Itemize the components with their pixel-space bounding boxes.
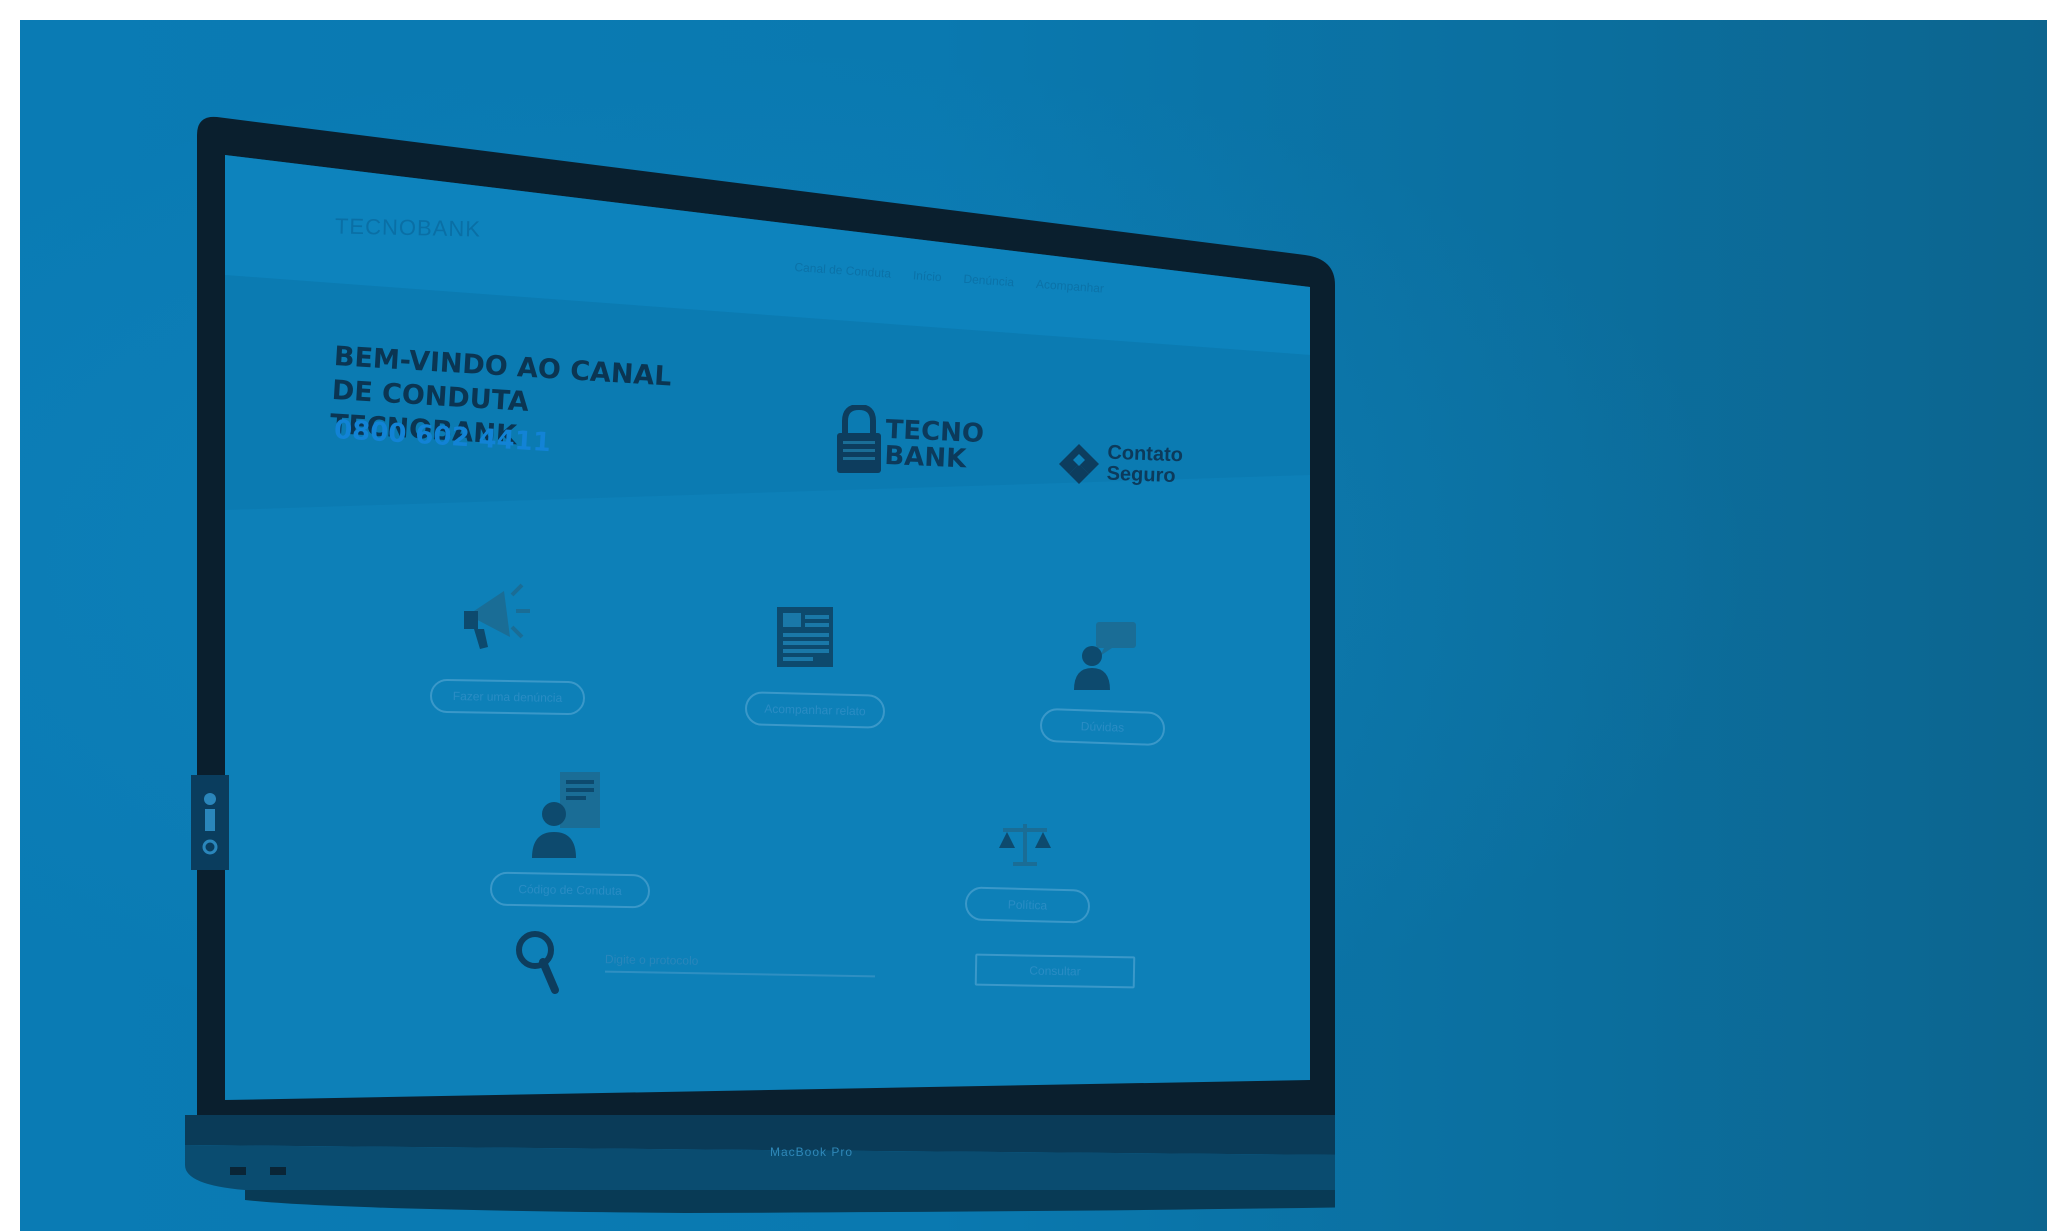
accessibility-icon (202, 793, 218, 855)
report-button[interactable]: Fazer uma denúncia (429, 678, 586, 716)
tecnobank-logo-text: TECNO BANK (883, 414, 985, 475)
padlock-icon (837, 403, 881, 473)
search-icon (516, 931, 559, 994)
hero-banner: TECNOBANK Canal de Conduta Início Denúnc… (20, 20, 2047, 1231)
device-brand-label: MacBook Pro (770, 1145, 854, 1159)
laptop-screen: TECNOBANK Canal de Conduta Início Denúnc… (185, 115, 1335, 1175)
protocol-search-underline (605, 970, 875, 978)
person-document-icon (532, 772, 600, 858)
protocol-search-input[interactable]: Digite o protocolo (605, 952, 699, 968)
balance-icon (999, 824, 1051, 866)
code-of-conduct-button[interactable]: Código de Conduta (489, 871, 651, 909)
megaphone-icon (464, 583, 530, 649)
tecnobank-logo: TECNO BANK (835, 403, 1005, 495)
laptop-mockup: TECNOBANK Canal de Conduta Início Denúnc… (185, 115, 1335, 1213)
contato-seguro-mark-icon (1059, 444, 1099, 484)
contato-seguro-logo: Contato Seguro (1055, 440, 1195, 510)
nav-item-inicio[interactable]: Início (912, 268, 942, 284)
contato-seguro-logo-text: Contato Seguro (1106, 441, 1184, 488)
track-report-button[interactable]: Acompanhar relato (744, 691, 886, 729)
accessibility-side-tab[interactable] (191, 775, 229, 870)
policy-button[interactable]: Política (964, 886, 1091, 924)
faq-button[interactable]: Dúvidas (1039, 707, 1166, 747)
search-submit-button[interactable]: Consultar (974, 953, 1136, 989)
nav-item-acompanhar[interactable]: Acompanhar (1036, 277, 1105, 296)
document-list-icon (777, 607, 833, 667)
site-logo[interactable]: TECNOBANK (335, 213, 481, 242)
chat-person-icon (1074, 622, 1136, 690)
top-nav: Canal de Conduta Início Denúncia Acompan… (794, 260, 1214, 303)
nav-item-canal[interactable]: Canal de Conduta (794, 260, 891, 281)
nav-item-denuncia[interactable]: Denúncia (963, 272, 1015, 290)
